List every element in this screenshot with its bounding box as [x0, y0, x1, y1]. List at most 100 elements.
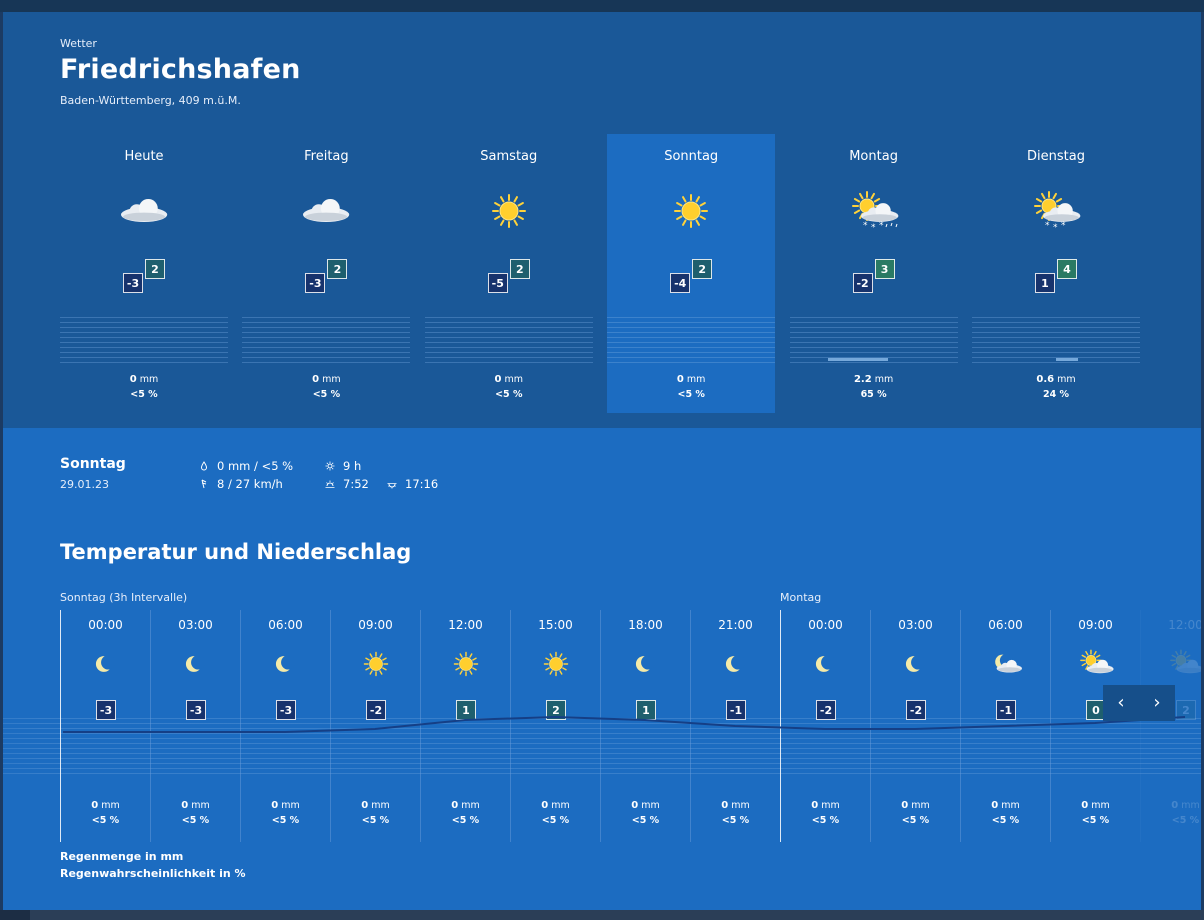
hour-precip-unit: mm [641, 800, 660, 811]
hour-precip-value: 0 [991, 800, 999, 811]
min-temp: -4 [670, 273, 691, 293]
precip-amount-value: 2.2 [853, 374, 872, 385]
hour-precip-amount: 0 mm [241, 800, 330, 811]
hour-precip-probability: <5 % [991, 815, 1020, 826]
day-card[interactable]: Dienstag * * * 4 1 0.6 mm 24 % [972, 134, 1140, 413]
hour-precip-amount: 0 mm [331, 800, 420, 811]
detail-precip: 0 mm / <5 % [199, 459, 293, 473]
min-temp: -3 [305, 273, 326, 293]
hour-precip-probability: <5 % [811, 815, 840, 826]
hour-precip-unit: mm [1001, 800, 1020, 811]
precip-amount-value: 0 [676, 374, 684, 385]
hour-precip-unit: mm [551, 800, 570, 811]
carousel-nav: ‹ › [1103, 685, 1175, 721]
min-temp: 1 [1035, 273, 1055, 293]
day-name: Sonntag [664, 149, 719, 164]
sun-icon [325, 461, 335, 471]
precip-probability: <5 % [312, 389, 341, 400]
hour-time: 03:00 [178, 618, 213, 632]
precip-amount-value: 0 [494, 374, 502, 385]
next-button[interactable]: › [1153, 694, 1160, 712]
cloud-icon [119, 186, 169, 236]
wind-icon [201, 479, 207, 489]
hour-precip-amount: 0 mm [511, 800, 600, 811]
hour-precip-value: 0 [271, 800, 279, 811]
detail-wind: 8 / 27 km/h [199, 477, 283, 491]
moon-cloud-icon [988, 646, 1024, 682]
interval-label: Sonntag (3h Intervalle) [60, 591, 188, 604]
hour-precip-probability: <5 % [451, 815, 480, 826]
detail-wind-value: 8 / 27 km/h [217, 477, 283, 491]
sunrise-icon [325, 480, 335, 488]
sun-icon [484, 186, 534, 236]
page-title: Friedrichshafen [60, 54, 301, 85]
precip-unit: mm [686, 374, 706, 385]
hour-precip-amount: 0 mm [691, 800, 780, 811]
hour-time: 00:00 [88, 618, 123, 632]
temperature-curve [63, 715, 1186, 733]
detail-sunrise-value: 7:52 [343, 477, 369, 491]
hour-precip-value: 0 [631, 800, 639, 811]
precip-unit: mm [322, 374, 341, 385]
hour-precip-probability: <5 % [631, 815, 660, 826]
day-card[interactable]: Sonntag 2 -4 0 mm <5 % [607, 134, 776, 413]
hour-precip-amount: 0 mm [961, 800, 1050, 811]
hour-precip-unit: mm [101, 800, 120, 811]
min-temp: -5 [487, 273, 508, 293]
hour-time: 03:00 [898, 618, 933, 632]
detail-sunrise: 7:52 [325, 477, 369, 491]
location-subtitle: Baden-Württemberg, 409 m.ü.M. [60, 94, 241, 107]
hour-precip-unit: mm [731, 800, 750, 811]
prev-button[interactable]: ‹ [1117, 694, 1124, 712]
hour-precip-unit: mm [281, 800, 300, 811]
svg-text:*: * [1053, 223, 1058, 233]
cloud-icon [301, 186, 351, 236]
sun-icon [538, 646, 574, 682]
sun-icon [358, 646, 394, 682]
hour-precip-probability: <5 % [901, 815, 930, 826]
hour-precip-probability: <5 % [541, 815, 570, 826]
hour-time: 09:00 [1078, 618, 1113, 632]
hour-time: 09:00 [358, 618, 393, 632]
precip-amount-value: 0 [129, 374, 137, 385]
day-card[interactable]: Freitag 2 -3 0 mm <5 % [242, 134, 411, 413]
sun-icon [448, 646, 484, 682]
precip-bar [972, 317, 1140, 365]
hour-time: 06:00 [988, 618, 1023, 632]
detail-sunshine-value: 9 h [343, 459, 362, 473]
precip-unit: mm [1057, 374, 1076, 385]
hour-precip-probability: <5 % [181, 815, 210, 826]
day-name: Samstag [480, 149, 538, 164]
hour-precip-probability: <5 % [361, 815, 390, 826]
hour-precip-value: 0 [1171, 800, 1179, 811]
temperature-line [63, 715, 1186, 733]
window-top-bar [0, 0, 1204, 12]
precip-unit: mm [874, 374, 894, 385]
hour-time: 21:00 [718, 618, 753, 632]
hour-precip-value: 0 [451, 800, 459, 811]
day-name: Freitag [304, 149, 349, 164]
day-card[interactable]: Heute 2 -3 0 mm <5 % [60, 134, 228, 413]
hour-precip-unit: mm [371, 800, 390, 811]
max-temp: 4 [1057, 259, 1077, 279]
hour-precip-amount: 0 mm [781, 800, 870, 811]
hour-time: 06:00 [268, 618, 303, 632]
hour-precip-amount: 0 mm [151, 800, 240, 811]
hour-precip-unit: mm [1181, 800, 1200, 811]
day-card[interactable]: Montag * * * 3 -2 2.2 mm 65 % [789, 134, 958, 413]
moon-icon [628, 646, 664, 682]
precip-fill [828, 358, 889, 361]
sunset-icon [387, 483, 397, 489]
hour-precip-unit: mm [191, 800, 210, 811]
hour-precip-value: 0 [1081, 800, 1089, 811]
day-card[interactable]: Samstag 2 -5 0 mm <5 % [424, 134, 593, 413]
legend-probability: Regenwahrscheinlichkeit in % [60, 867, 246, 880]
min-temp: -2 [852, 273, 873, 293]
hour-precip-value: 0 [181, 800, 189, 811]
drop-icon [200, 461, 208, 471]
detail-sunset: 17:16 [387, 477, 438, 491]
hour-time: 15:00 [538, 618, 573, 632]
hour-precip-probability: <5 % [1081, 815, 1110, 826]
next-day-label: Montag [780, 591, 822, 604]
max-temp: 2 [692, 259, 713, 279]
